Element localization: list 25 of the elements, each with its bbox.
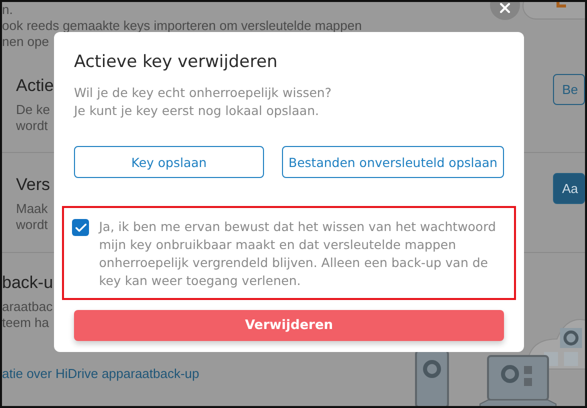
intro-text: n. [2, 2, 13, 18]
section-button[interactable]: Be [553, 74, 585, 105]
section-description: De ke [16, 102, 50, 118]
section-description: wordt [16, 217, 48, 233]
checkbox[interactable] [72, 219, 89, 236]
dialog-message: Je kunt je key eerst nog lokaal opslaan. [74, 102, 320, 120]
intro-text: ook reeds gemaakte keys importeren om versleutelde mappen [2, 18, 362, 34]
section-description: Maak [16, 201, 48, 217]
section-heading: Vers [16, 174, 50, 196]
delete-button[interactable]: Verwijderen [74, 310, 504, 341]
section-heading: back-u [2, 272, 54, 294]
dialog-message: Wil je de key echt onherroepelijk wissen? [74, 84, 332, 102]
close-icon [497, 2, 513, 16]
confirm-text: Ja, ik ben me ervan bewust dat het wissen van het wachtwoord mijn key onbruikbaar maakt en dat versleutelde mappen onherroepelijk vergrendeld blijven. Alleen een back-up van de key kan weer toegang verlenen. [99, 218, 497, 290]
section-button[interactable]: Aa [553, 173, 585, 204]
info-link[interactable]: atie over HiDrive apparaatback-up [2, 366, 200, 381]
save-button[interactable]: Key opslaan [74, 146, 264, 178]
section-heading: Actie [16, 75, 54, 97]
intro-text: nen ope [2, 34, 49, 50]
check-icon [74, 220, 88, 234]
section-description: teem ha [2, 315, 49, 331]
section-description: araatbac [2, 299, 53, 315]
section-description: wordt [16, 118, 48, 134]
dialog-title: Actieve key verwijderen [74, 52, 279, 72]
save-button[interactable]: Bestanden onversleuteld opslaan [282, 146, 504, 178]
